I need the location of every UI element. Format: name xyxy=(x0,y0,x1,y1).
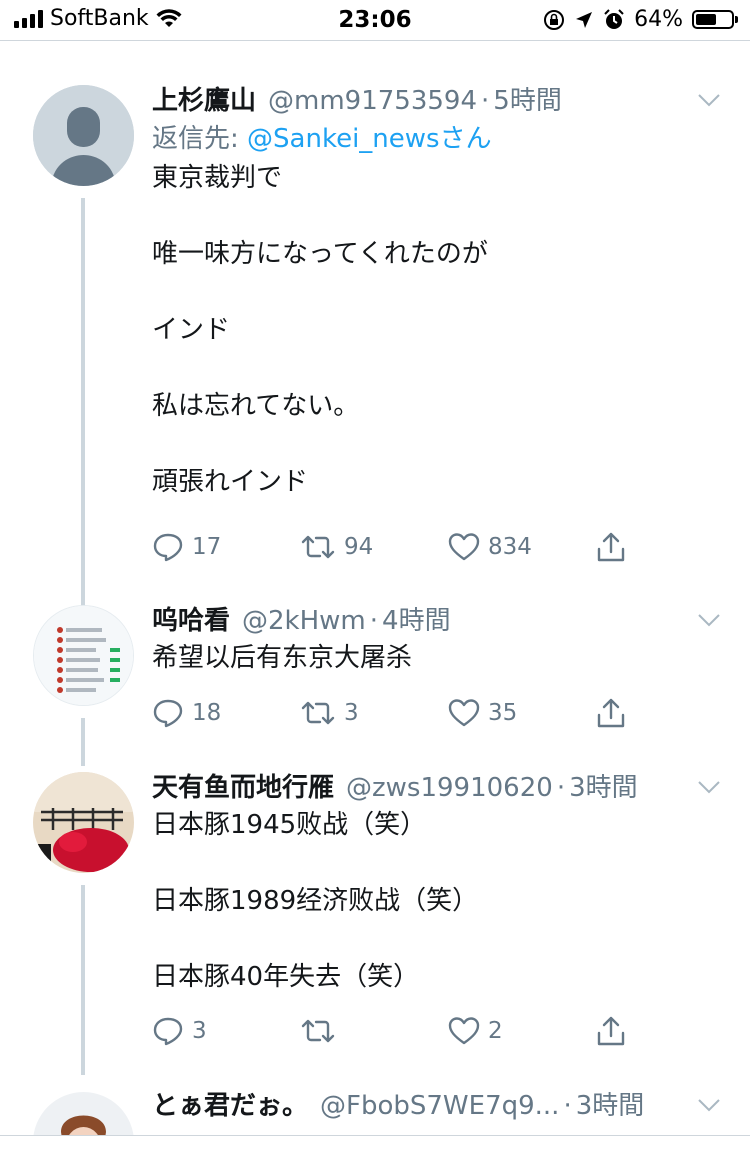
reply-button[interactable]: 17 xyxy=(152,532,300,562)
tweet-text: 東京裁判で 唯一味方になってくれたのが インド 私は忘れてない。 頑張れインド xyxy=(152,159,710,501)
timestamp[interactable]: 3時間 xyxy=(576,1090,645,1122)
share-icon xyxy=(597,698,625,728)
tab-bar-divider xyxy=(0,1135,750,1136)
retweet-count: 94 xyxy=(344,534,374,560)
reply-count: 3 xyxy=(192,1018,207,1044)
share-button[interactable] xyxy=(596,697,744,729)
motorcycle-photo-thumbnail xyxy=(33,772,134,873)
display-name[interactable]: 天有鱼而地行雁 xyxy=(152,772,334,804)
tweet-header: 天有鱼而地行雁 @zws19910620 · 3時間 xyxy=(152,772,710,804)
tweet-line: 日本豚1945败战（笑） xyxy=(152,810,427,840)
tweet-text: 日本豚1945败战（笑） 日本豚1989经济败战（笑） 日本豚40年失去（笑） xyxy=(152,806,710,996)
reply-count: 17 xyxy=(192,534,222,560)
anime-character-thumbnail xyxy=(33,1092,134,1135)
reply-count: 18 xyxy=(192,700,222,726)
thread-line xyxy=(81,718,85,766)
display-name[interactable]: とぁ君だぉ。 xyxy=(152,1090,308,1122)
thread-line xyxy=(81,198,85,608)
like-count: 35 xyxy=(488,700,518,726)
heart-icon xyxy=(448,1017,480,1045)
share-icon xyxy=(597,532,625,562)
like-count: 2 xyxy=(488,1018,503,1044)
user-handle[interactable]: @2kHwm xyxy=(242,605,366,637)
tweet-actions: 18 3 35 xyxy=(152,697,744,729)
share-button[interactable] xyxy=(596,1015,744,1047)
retweet-icon xyxy=(301,1019,335,1043)
timestamp[interactable]: 3時間 xyxy=(569,772,638,804)
avatar[interactable] xyxy=(33,1092,134,1135)
like-button[interactable]: 35 xyxy=(448,698,596,728)
tweet-line: 東京裁判で xyxy=(152,163,283,193)
user-handle[interactable]: @zws19910620 xyxy=(346,772,553,804)
avatar[interactable] xyxy=(33,772,134,873)
chevron-down-icon[interactable] xyxy=(698,780,720,794)
separator: · xyxy=(556,773,566,803)
separator: · xyxy=(481,86,490,116)
share-button[interactable] xyxy=(596,531,744,563)
alarm-icon xyxy=(604,8,624,29)
tweet[interactable]: とぁ君だぉ。 @FbobS7WE7q9... · 3時間 xyxy=(0,1090,750,1135)
tweet-line: 希望以后有东京大屠杀 xyxy=(152,643,413,673)
user-handle[interactable]: @FbobS7WE7q9... xyxy=(320,1090,559,1122)
tweet-line: 日本豚40年失去（笑） xyxy=(152,962,420,992)
screenshot-list-thumbnail xyxy=(34,606,133,705)
retweet-icon xyxy=(301,701,335,725)
avatar[interactable] xyxy=(33,605,134,706)
battery-icon xyxy=(692,10,738,29)
chevron-down-icon[interactable] xyxy=(698,1098,720,1112)
tweet-header: とぁ君だぉ。 @FbobS7WE7q9... · 3時間 xyxy=(152,1090,710,1122)
display-name[interactable]: 上杉鷹山 xyxy=(152,85,256,117)
reply-button[interactable]: 18 xyxy=(152,698,300,728)
tweet-header: 上杉鷹山 @mm91753594 · 5時間 xyxy=(152,85,710,117)
retweet-button[interactable]: 94 xyxy=(300,533,448,561)
like-button[interactable]: 2 xyxy=(448,1016,596,1046)
tweet-line: 頑張れインド xyxy=(152,467,309,497)
reply-suffix[interactable]: さん xyxy=(440,124,492,154)
separator: · xyxy=(369,606,379,636)
reply-mention-link[interactable]: @Sankei_news xyxy=(247,124,440,154)
tweet-actions: 17 94 834 xyxy=(152,531,744,563)
reply-prefix: 返信先: xyxy=(152,124,248,154)
reply-icon xyxy=(153,1017,183,1046)
tweet-header: 呜哈看 @2kHwm · 4時間 xyxy=(152,605,710,637)
share-icon xyxy=(597,1016,625,1046)
tweet-line: 私は忘れてない。 xyxy=(152,391,360,421)
separator: · xyxy=(563,1091,572,1121)
heart-icon xyxy=(448,699,480,727)
chevron-down-icon[interactable] xyxy=(698,93,720,107)
reply-icon xyxy=(153,533,183,562)
rotation-lock-icon xyxy=(544,9,565,30)
reply-icon xyxy=(153,699,183,728)
default-person-icon xyxy=(33,85,134,186)
battery-level-fill xyxy=(696,14,717,25)
avatar[interactable] xyxy=(33,85,134,186)
chevron-down-icon[interactable] xyxy=(698,613,720,627)
retweet-icon xyxy=(301,535,335,559)
reply-button[interactable]: 3 xyxy=(152,1016,300,1046)
tweet-line: 唯一味方になってくれたのが xyxy=(152,239,488,269)
retweet-button[interactable] xyxy=(300,1017,448,1045)
user-handle[interactable]: @mm91753594 xyxy=(268,85,477,117)
thread-line xyxy=(81,885,85,1075)
tweet-actions: 3 2 xyxy=(152,1015,744,1047)
tweet-line: インド xyxy=(152,315,231,345)
timestamp[interactable]: 4時間 xyxy=(382,605,451,637)
display-name[interactable]: 呜哈看 xyxy=(152,605,230,637)
retweet-button[interactable]: 3 xyxy=(300,699,448,727)
status-bar: SoftBank 23:06 64% xyxy=(0,0,750,40)
retweet-count: 3 xyxy=(344,700,359,726)
divider xyxy=(0,40,750,41)
battery-percent: 64% xyxy=(634,7,683,32)
location-arrow-icon xyxy=(576,11,593,28)
like-count: 834 xyxy=(488,534,532,560)
heart-icon xyxy=(448,533,480,561)
like-button[interactable]: 834 xyxy=(448,532,596,562)
tweet-text: 希望以后有东京大屠杀 xyxy=(152,639,710,677)
replying-to: 返信先: @Sankei_newsさん xyxy=(152,123,710,155)
timestamp[interactable]: 5時間 xyxy=(493,85,562,117)
tweet-line: 日本豚1989经济败战（笑） xyxy=(152,886,479,916)
